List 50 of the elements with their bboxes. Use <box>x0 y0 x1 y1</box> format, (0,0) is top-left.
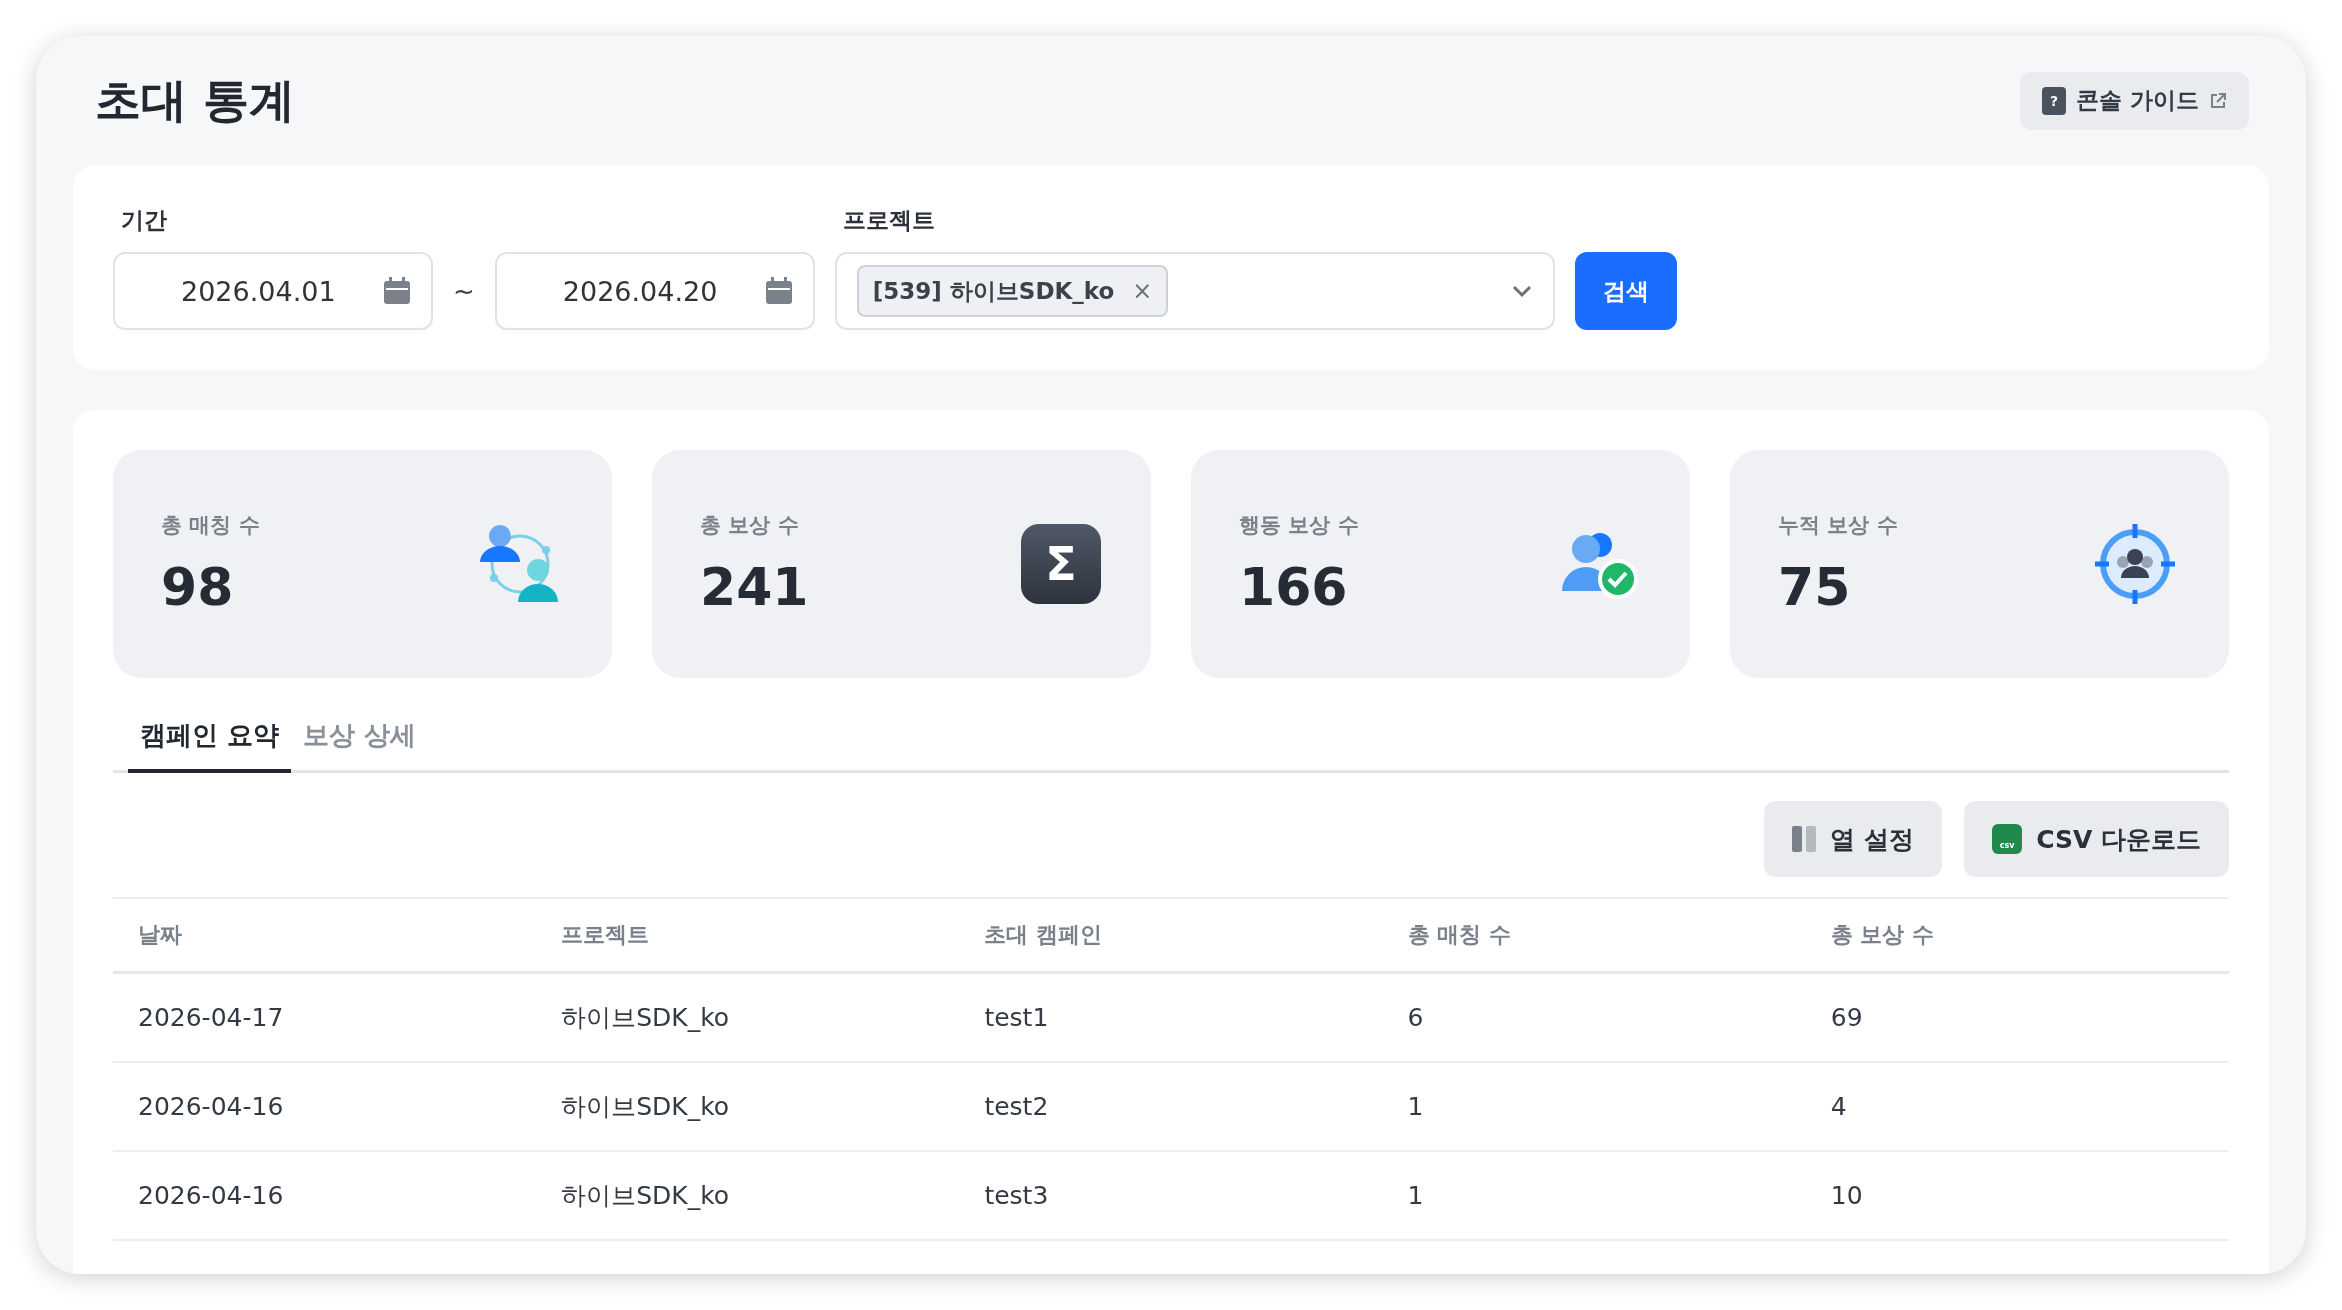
sigma-icon: Σ <box>1021 524 1101 604</box>
column-settings-button[interactable]: 열 설정 <box>1764 801 1943 877</box>
help-icon: ? <box>2042 86 2066 115</box>
chevron-down-icon <box>1510 284 1533 298</box>
column-header: 총 보상 수 <box>1805 898 2229 973</box>
table-cell: test3 <box>959 1151 1383 1240</box>
table-cell: 6 <box>1382 972 1806 1062</box>
table-cell: 하이브SDK_ko <box>536 1062 960 1151</box>
csv-file-icon: csv <box>1992 824 2023 854</box>
date-separator: ~ <box>453 276 475 306</box>
calendar-icon[interactable] <box>383 277 411 305</box>
project-select[interactable]: [539] 하이브SDK_ko × <box>834 252 1555 330</box>
stat-label: 총 매칭 수 <box>161 512 260 539</box>
table-cell: 하이브SDK_ko <box>536 1151 960 1240</box>
calendar-icon[interactable] <box>764 277 793 305</box>
csv-download-button[interactable]: csv CSV 다운로드 <box>1964 801 2229 877</box>
column-header: 프로젝트 <box>536 898 960 973</box>
table-cell: 1 <box>1382 1151 1806 1240</box>
stat-value: 241 <box>700 557 809 617</box>
table-cell: 10 <box>1805 1151 2229 1240</box>
table-cell: 2026-04-16 <box>113 1151 537 1240</box>
table-cell: 2026-04-16 <box>113 1062 537 1151</box>
remove-tag-button[interactable]: × <box>1132 277 1153 305</box>
external-link-icon <box>2209 91 2227 110</box>
table-cell: 69 <box>1805 972 2229 1062</box>
project-label: 프로젝트 <box>841 206 936 235</box>
end-date-field[interactable]: 2026.04.20 <box>494 252 815 330</box>
project-tag: [539] 하이브SDK_ko × <box>856 265 1169 317</box>
stat-value: 98 <box>161 557 235 617</box>
table-cell: test1 <box>959 972 1383 1062</box>
table-cell: 하이브SDK_ko <box>536 972 960 1062</box>
start-date-field[interactable]: 2026.04.01 <box>113 252 433 330</box>
columns-icon <box>1792 826 1817 852</box>
column-header: 날짜 <box>113 898 537 973</box>
stat-label: 누적 보상 수 <box>1778 512 1898 539</box>
table-cell: 4 <box>1805 1062 2229 1151</box>
page-title: 초대 통계 <box>95 71 295 129</box>
table-cell: 1 <box>1382 1062 1806 1151</box>
stat-value: 166 <box>1239 557 1349 617</box>
column-header: 초대 캠페인 <box>959 898 1383 973</box>
console-guide-button[interactable]: ? 콘솔 가이드 <box>2020 71 2249 130</box>
period-label: 기간 <box>120 206 168 235</box>
search-button[interactable]: 검색 <box>1574 252 1677 330</box>
table-cell: test2 <box>959 1062 1383 1151</box>
stat-value: 75 <box>1778 557 1852 617</box>
tab[interactable]: 캠페인 요약 <box>128 718 292 773</box>
stat-label: 총 보상 수 <box>700 512 800 539</box>
stat-label: 행동 보상 수 <box>1239 512 1359 539</box>
column-header: 총 매칭 수 <box>1382 898 1806 973</box>
table-cell: 2026-04-17 <box>113 972 537 1062</box>
